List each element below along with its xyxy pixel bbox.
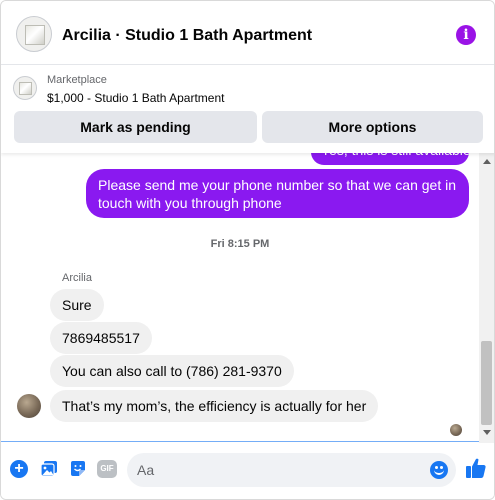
read-receipt-avatar (450, 424, 462, 436)
listing-thumbnail[interactable] (13, 76, 37, 100)
marketplace-banner: Marketplace $1,000 - Studio 1 Bath Apart… (1, 65, 494, 153)
message-scrollbar[interactable] (479, 153, 494, 443)
outgoing-message[interactable]: Please send me your phone number so that… (86, 169, 469, 218)
scroll-thumb[interactable] (481, 341, 492, 425)
marketplace-label: Marketplace (47, 74, 107, 86)
sender-avatar[interactable] (17, 394, 41, 418)
listing-title[interactable]: $1,000 - Studio 1 Bath Apartment (47, 91, 224, 105)
photo-icon[interactable] (40, 460, 58, 478)
listing-avatar[interactable] (16, 16, 52, 52)
incoming-message[interactable]: That’s my mom’s, the efficiency is actua… (50, 390, 379, 422)
message-input-wrapper (127, 453, 456, 487)
info-icon[interactable]: i (456, 25, 476, 45)
message-list[interactable]: Yes, this is still available Please send… (1, 153, 479, 441)
incoming-message[interactable]: You can also call to (786) 281-9370 (50, 355, 294, 387)
message-input[interactable] (137, 453, 417, 487)
incoming-message[interactable]: 7869485517 (50, 322, 152, 354)
emoji-icon[interactable] (430, 461, 448, 479)
chat-header: Arcilia · Studio 1 Bath Apartment i (1, 1, 494, 65)
composer-bar: + GIF (1, 442, 494, 499)
mark-as-pending-button[interactable]: Mark as pending (14, 111, 257, 143)
scroll-down-arrow-icon[interactable] (483, 430, 491, 435)
gif-icon[interactable]: GIF (97, 460, 117, 478)
like-icon[interactable] (465, 457, 487, 479)
scroll-up-arrow-icon[interactable] (483, 159, 491, 164)
chat-window: Arcilia · Studio 1 Bath Apartment i Mark… (0, 0, 495, 500)
sender-name: Arcilia (62, 272, 92, 284)
plus-icon[interactable]: + (10, 460, 28, 478)
message-timestamp: Fri 8:15 PM (210, 238, 270, 250)
sticker-icon[interactable] (69, 460, 87, 478)
outgoing-message-partial[interactable]: Yes, this is still available (311, 153, 469, 165)
incoming-message[interactable]: Sure (50, 289, 104, 321)
more-options-button[interactable]: More options (262, 111, 483, 143)
chat-title[interactable]: Arcilia · Studio 1 Bath Apartment (62, 27, 312, 45)
